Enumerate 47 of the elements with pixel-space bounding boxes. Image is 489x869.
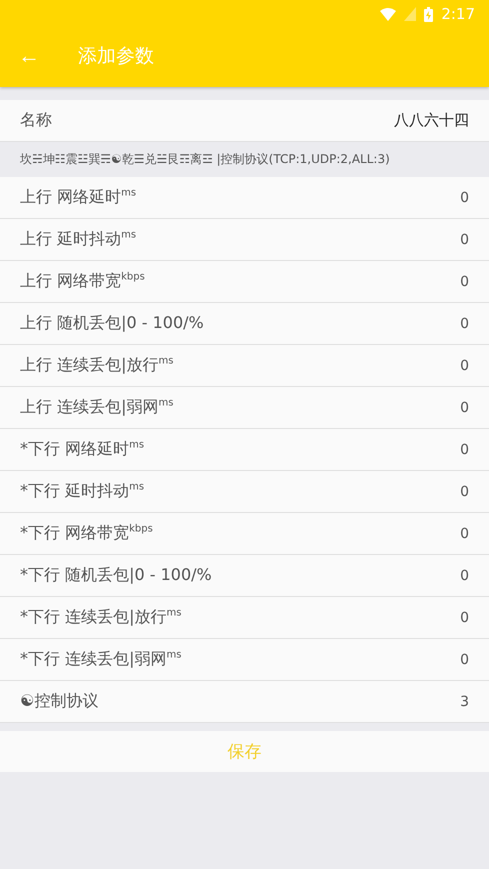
- param-value: 0: [460, 274, 469, 290]
- param-value: 0: [460, 442, 469, 458]
- param-row[interactable]: 上行 延时抖动$^{ms}$ 0: [0, 219, 489, 261]
- param-value: 0: [460, 568, 469, 584]
- param-label: *下行 网络延时$^{ms}$: [20, 439, 144, 460]
- page-title: 添加参数: [78, 44, 154, 69]
- param-value: 3: [460, 694, 469, 710]
- param-label: 上行 网络延时$^{ms}$: [20, 187, 136, 208]
- param-label: 上行 网络带宽$^{kbps}$: [20, 271, 145, 292]
- param-label: 上行 随机丢包|0 - 100/%: [20, 313, 204, 334]
- param-label: *下行 网络带宽$^{kbps}$: [20, 523, 153, 544]
- battery-icon: [424, 6, 434, 22]
- param-label: *下行 延时抖动$^{ms}$: [20, 481, 144, 502]
- param-row[interactable]: 上行 网络延时$^{ms}$ 0: [0, 177, 489, 219]
- param-value: 0: [460, 610, 469, 626]
- param-label: *下行 连续丢包|放行$^{ms}$: [20, 607, 182, 628]
- param-value: 0: [460, 400, 469, 416]
- param-label: 上行 延时抖动$^{ms}$: [20, 229, 136, 250]
- param-value: 0: [460, 652, 469, 668]
- wifi-icon: [380, 8, 396, 20]
- param-row[interactable]: 上行 连续丢包|放行$^{ms}$ 0: [0, 345, 489, 387]
- param-value: 0: [460, 484, 469, 500]
- clock: 2:17: [441, 5, 475, 23]
- param-value: 0: [460, 316, 469, 332]
- param-label: ☯控制协议: [20, 691, 98, 712]
- param-row[interactable]: *下行 网络延时$^{ms}$ 0: [0, 429, 489, 471]
- param-row[interactable]: *下行 随机丢包|0 - 100/% 0: [0, 555, 489, 597]
- param-row[interactable]: 上行 随机丢包|0 - 100/% 0: [0, 303, 489, 345]
- param-row[interactable]: 上行 连续丢包|弱网$^{ms}$ 0: [0, 387, 489, 429]
- param-value: 0: [460, 358, 469, 374]
- param-label: 上行 连续丢包|弱网$^{ms}$: [20, 397, 174, 418]
- param-row[interactable]: *下行 延时抖动$^{ms}$ 0: [0, 471, 489, 513]
- param-value: 0: [460, 232, 469, 248]
- param-row[interactable]: *下行 网络带宽$^{kbps}$ 0: [0, 513, 489, 555]
- param-row[interactable]: *下行 连续丢包|弱网$^{ms}$ 0: [0, 639, 489, 681]
- param-row[interactable]: 上行 网络带宽$^{kbps}$ 0: [0, 261, 489, 303]
- param-value: 0: [460, 526, 469, 542]
- param-label: *下行 随机丢包|0 - 100/%: [20, 565, 212, 586]
- field-value: 八八六十四: [394, 111, 469, 130]
- field-label: 名称: [20, 110, 52, 131]
- param-label: 上行 连续丢包|放行$^{ms}$: [20, 355, 174, 376]
- param-row[interactable]: *下行 连续丢包|放行$^{ms}$ 0: [0, 597, 489, 639]
- hint-text: 坎☵坤☷震☳巽☴☯乾☰兑☱艮☶离☲ |控制协议(TCP:1,UDP:2,ALL:3): [0, 142, 489, 177]
- no-signal-icon: [404, 7, 416, 21]
- param-label: *下行 连续丢包|弱网$^{ms}$: [20, 649, 182, 670]
- param-value: 0: [460, 190, 469, 206]
- param-row[interactable]: ☯控制协议 3: [0, 681, 489, 723]
